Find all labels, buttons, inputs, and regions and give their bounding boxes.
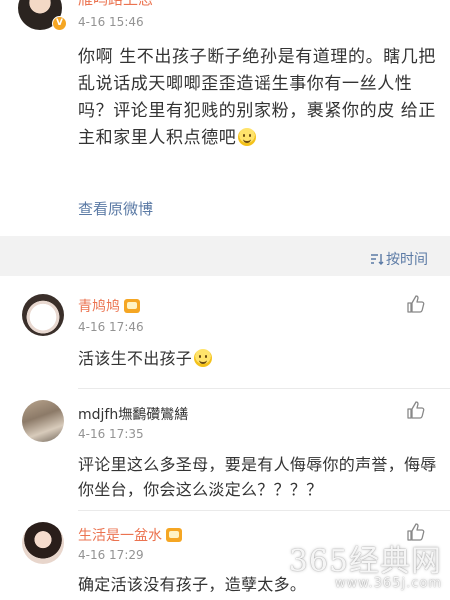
smile-emoji-icon: [238, 128, 257, 146]
comment-text: 活该生不出孩子: [78, 349, 193, 368]
comment-body: 活该生不出孩子: [78, 346, 438, 371]
comment-item: 青鸠鸠 4-16 17:46 活该生不出孩子: [0, 286, 450, 398]
like-icon[interactable]: [406, 294, 426, 314]
verified-badge-icon: V: [52, 16, 67, 31]
fan-crown-icon: [166, 528, 182, 542]
post-timestamp: 4-16 15:46: [78, 15, 144, 29]
sort-by-time-button[interactable]: 按时间: [370, 249, 428, 269]
site-watermark: 365经典网 www.365j.com: [289, 536, 442, 591]
post-text: 你啊 生不出孩子断子绝孙是有道理的。瞎几把乱说话成天唧唧歪歪造谣生事你有一丝人性…: [78, 47, 437, 148]
comment-divider: [78, 510, 450, 511]
commenter-avatar[interactable]: [22, 294, 64, 336]
comment-timestamp: 4-16 17:35: [78, 427, 144, 441]
comment-timestamp: 4-16 17:29: [78, 548, 144, 562]
sort-label: 按时间: [386, 252, 428, 268]
like-icon[interactable]: [406, 400, 426, 420]
view-original-link[interactable]: 查看原微博: [78, 198, 153, 219]
post-author-name[interactable]: 雁鸣路上态: [78, 0, 153, 9]
comment-divider: [78, 388, 450, 389]
original-post: V 雁鸣路上态 4-16 15:46 你啊 生不出孩子断子绝孙是有道理的。瞎几把…: [0, 0, 450, 236]
comment-timestamp: 4-16 17:46: [78, 320, 144, 334]
smile-emoji-icon: [194, 349, 213, 367]
commenter-avatar[interactable]: [22, 522, 64, 564]
commenter-name[interactable]: mdjfh墲鷭礸鸞繕: [78, 404, 188, 424]
fan-crown-icon: [124, 299, 140, 313]
watermark-main: 365经典网: [288, 544, 442, 579]
commenter-avatar[interactable]: [22, 400, 64, 442]
sort-icon: [371, 254, 384, 265]
commenter-name[interactable]: 生活是一盆水: [78, 525, 182, 545]
comment-text: 评论里这么多圣母，要是有人侮辱你的声誉，侮辱你坐台，你会这么淡定么？？？？: [78, 455, 437, 499]
commenter-name-text: 青鸠鸠: [78, 299, 120, 315]
commenter-name-text: 生活是一盆水: [78, 528, 162, 544]
commenter-name[interactable]: 青鸠鸠: [78, 296, 140, 316]
post-body: 你啊 生不出孩子断子绝孙是有道理的。瞎几把乱说话成天唧唧歪歪造谣生事你有一丝人性…: [78, 44, 440, 152]
comment-item: mdjfh墲鷭礸鸞繕 4-16 17:35 评论里这么多圣母，要是有人侮辱你的声…: [0, 394, 450, 514]
